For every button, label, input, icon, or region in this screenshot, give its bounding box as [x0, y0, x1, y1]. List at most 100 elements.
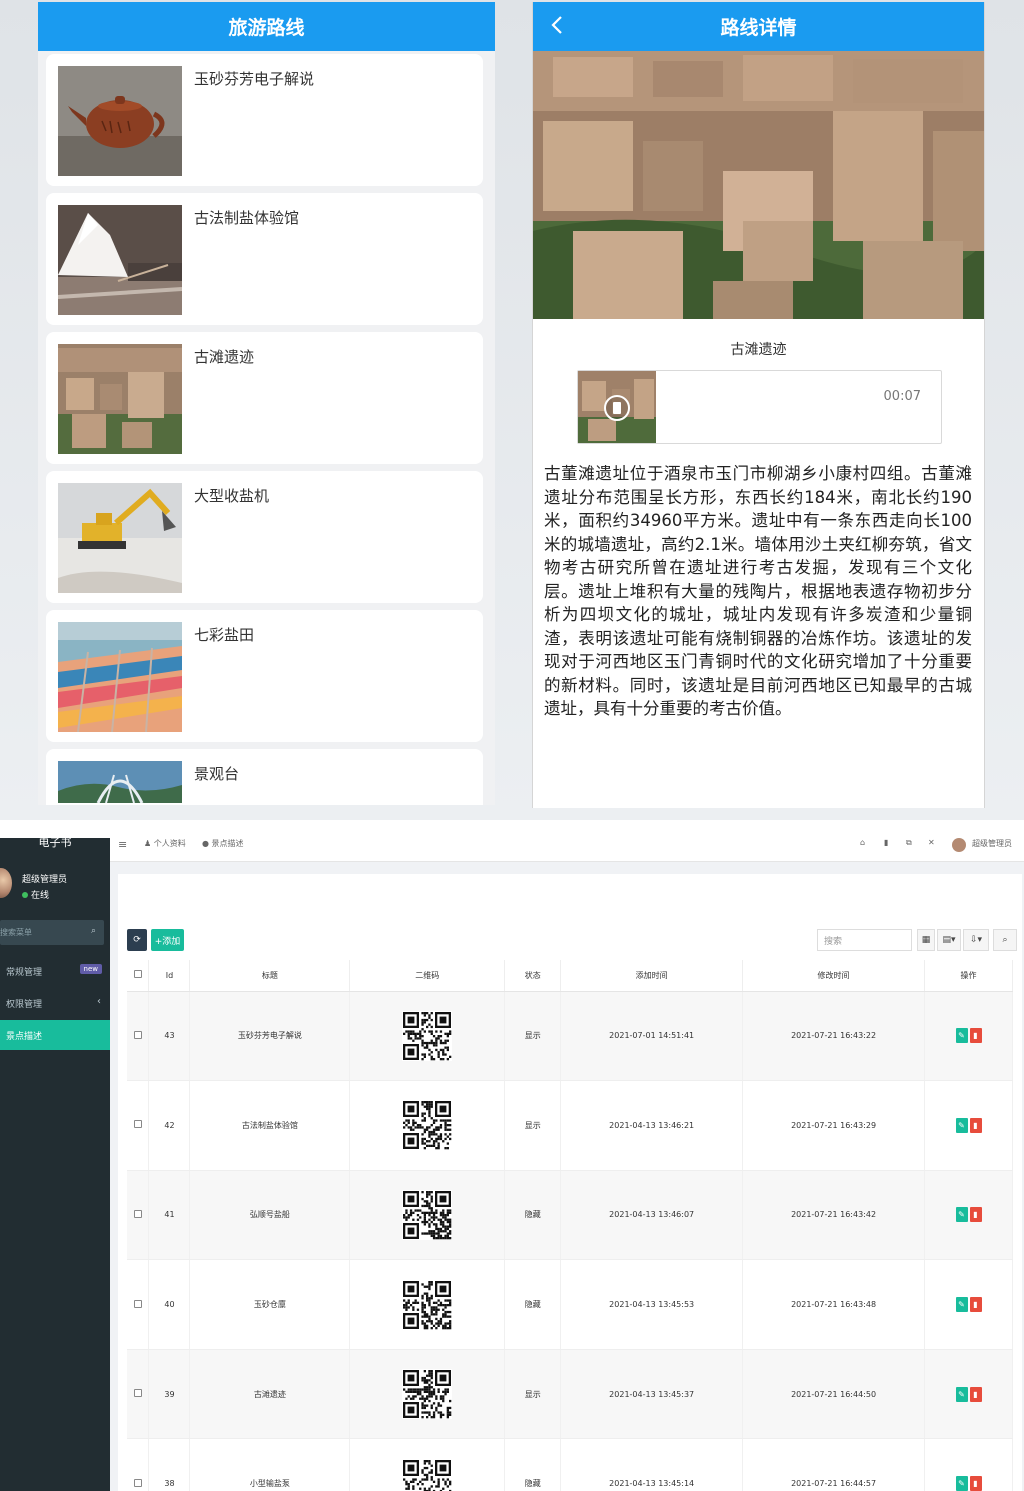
scenic-table: Id 标题 二维码 状态 添加时间 修改时间 操作 43 玉砂芬芳电子解说 显示 20… — [127, 960, 1013, 1491]
cell-title: 古滩遗迹 — [189, 1349, 351, 1440]
edit-icon[interactable]: ✎ — [955, 1476, 968, 1491]
select-all-checkbox[interactable] — [127, 960, 150, 992]
table-row: 42 古法制盐体验馆 显示 2021-04-13 13:46:21 2021-07-21… — [127, 1080, 1013, 1171]
edit-icon[interactable]: ✎ — [955, 1117, 968, 1133]
delete-icon[interactable]: ▮ — [969, 1476, 982, 1491]
route-card[interactable]: 大型收盐机 — [46, 471, 483, 603]
cell-qrcode[interactable] — [349, 1259, 506, 1350]
ruins-hero-photo — [533, 51, 984, 319]
cell-qrcode[interactable] — [349, 1438, 506, 1491]
qr-code — [402, 1458, 453, 1491]
edit-icon[interactable]: ✎ — [955, 1297, 968, 1313]
sidebar-item-general[interactable]: 常规管理 new — [0, 956, 110, 986]
user-panel: 超级管理员 在线 — [0, 864, 110, 912]
sidebar-item-scenic[interactable]: 景点描述 — [0, 1020, 110, 1050]
route-name: 古滩遗迹 — [194, 348, 255, 366]
col-header-modified[interactable]: 修改时间 — [742, 960, 925, 992]
home-icon[interactable]: ⌂ — [860, 838, 865, 847]
row-checkbox[interactable] — [127, 991, 150, 1082]
search-input[interactable]: 搜索 — [817, 929, 912, 951]
route-card[interactable]: 七彩盐田 — [46, 610, 483, 742]
col-header-id[interactable]: Id — [148, 960, 191, 992]
teapot-photo — [58, 66, 182, 176]
menu-toggle-icon[interactable]: ≡ — [118, 838, 127, 851]
top-navbar: ≡ ♟ 个人资料 ● 景点描述 ⌂ ▮ ⧉ ✕ 超级管理员 — [110, 838, 1024, 862]
play-icon[interactable] — [602, 393, 632, 423]
route-card[interactable]: 景观台 — [46, 749, 483, 805]
avatar — [0, 868, 12, 898]
row-checkbox[interactable] — [127, 1170, 150, 1261]
cell-qrcode[interactable] — [349, 1080, 506, 1171]
route-name: 大型收盐机 — [194, 487, 270, 505]
row-checkbox[interactable] — [127, 1438, 150, 1491]
copy-icon[interactable]: ⧉ — [906, 838, 912, 848]
cell-status: 隐藏 — [504, 1259, 562, 1350]
col-header-status[interactable]: 状态 — [504, 960, 562, 992]
cell-qrcode[interactable] — [349, 991, 506, 1082]
trash-icon[interactable]: ▮ — [884, 838, 888, 847]
edit-icon[interactable]: ✎ — [955, 1207, 968, 1223]
cell-added: 2021-07-01 14:51:41 — [560, 991, 744, 1082]
audio-time: 00:07 — [883, 389, 921, 404]
export-icon[interactable]: ⇩▾ — [963, 929, 989, 951]
row-checkbox[interactable] — [127, 1259, 150, 1350]
route-card[interactable]: 古滩遗迹 — [46, 332, 483, 464]
delete-icon[interactable]: ▮ — [969, 1297, 982, 1313]
cell-actions: ✎ ▮ — [924, 991, 1013, 1082]
cell-id: 40 — [148, 1259, 191, 1350]
sidebar-search-input[interactable]: 搜索菜单 ⌕ — [0, 920, 104, 945]
cell-title: 玉砂仓廪 — [189, 1259, 351, 1350]
refresh-button[interactable]: ⟳ — [127, 929, 147, 951]
row-checkbox[interactable] — [127, 1080, 150, 1171]
cell-actions: ✎ ▮ — [924, 1170, 1013, 1261]
col-header-qrcode[interactable]: 二维码 — [349, 960, 506, 992]
cell-title: 小型输盐泵 — [189, 1438, 351, 1491]
cell-qrcode[interactable] — [349, 1170, 506, 1261]
route-list-screen: 旅游路线 玉砂芬芳电子解说 古法制盐体验馆 古滩遗迹 大型收盐机 七彩盐田 景观… — [38, 2, 495, 805]
delete-icon[interactable]: ▮ — [969, 1028, 982, 1044]
col-header-added[interactable]: 添加时间 — [560, 960, 744, 992]
admin-name[interactable]: 超级管理员 — [972, 838, 1012, 849]
chevron-left-icon[interactable] — [547, 14, 569, 36]
site-description: 古董滩遗址位于酒泉市玉门市柳湖乡小康村四组。古董滩遗址分布范围呈长方形，东西长约… — [544, 464, 972, 718]
sidebar: 电子书 超级管理员 在线 搜索菜单 ⌕ 常规管理 new 权限管理 ‹ 景点描述 — [0, 838, 110, 1491]
route-detail-screen: 路线详情 古滩遗迹 00:07 古董滩遗址位于酒泉市玉门市柳湖乡小康村四组。古董… — [532, 2, 985, 808]
row-checkbox[interactable] — [127, 1349, 150, 1440]
delete-icon[interactable]: ▮ — [969, 1117, 982, 1133]
cell-modified: 2021-07-21 16:43:48 — [742, 1259, 925, 1350]
col-header-title[interactable]: 标题 — [189, 960, 351, 992]
delete-icon[interactable]: ▮ — [969, 1386, 982, 1402]
audio-cover-photo — [578, 371, 656, 443]
route-card[interactable]: 古法制盐体验馆 — [46, 193, 483, 325]
salt-pile-photo — [58, 205, 182, 315]
content-panel: ⟳ +添加 搜索 ▦ ▤▾ ⇩▾ ⌕ Id 标题 二维码 状态 添加时间 修改时… — [118, 874, 1022, 1491]
chevron-left-icon: ‹ — [97, 996, 101, 1007]
qr-code — [402, 1189, 453, 1240]
audio-player[interactable]: 00:07 — [577, 370, 942, 444]
admin-avatar[interactable] — [952, 838, 966, 852]
add-button[interactable]: +添加 — [151, 929, 184, 951]
cell-id: 41 — [148, 1170, 191, 1261]
sidebar-item-permission[interactable]: 权限管理 ‹ — [0, 988, 110, 1018]
salt-field-photo — [58, 622, 182, 732]
table-row: 40 玉砂仓廪 隐藏 2021-04-13 13:45:53 2021-07-21 16… — [127, 1259, 1013, 1350]
search-icon[interactable]: ⌕ — [993, 929, 1017, 951]
table-header-row: Id 标题 二维码 状态 添加时间 修改时间 操作 — [127, 960, 1013, 992]
mobile-showcase: 旅游路线 玉砂芬芳电子解说 古法制盐体验馆 古滩遗迹 大型收盐机 七彩盐田 景观… — [0, 0, 1024, 820]
columns-icon[interactable]: ▤▾ — [937, 929, 961, 951]
refresh-icon: ⟳ — [133, 935, 141, 945]
tab-scenic[interactable]: ● 景点描述 — [202, 838, 244, 849]
edit-icon[interactable]: ✎ — [955, 1028, 968, 1044]
tab-profile[interactable]: ♟ 个人资料 — [144, 838, 186, 849]
user-name: 超级管理员 — [22, 875, 68, 885]
brand-logo: 电子书 — [38, 838, 72, 849]
cell-qrcode[interactable] — [349, 1349, 506, 1440]
cell-status: 显示 — [504, 991, 562, 1082]
edit-icon[interactable]: ✎ — [955, 1386, 968, 1402]
table-view-icon[interactable]: ▦ — [917, 929, 935, 951]
cell-actions: ✎ ▮ — [924, 1349, 1013, 1440]
fullscreen-icon[interactable]: ✕ — [928, 838, 935, 847]
route-card[interactable]: 玉砂芬芳电子解说 — [46, 54, 483, 186]
delete-icon[interactable]: ▮ — [969, 1207, 982, 1223]
route-list-titlebar: 旅游路线 — [38, 2, 495, 51]
